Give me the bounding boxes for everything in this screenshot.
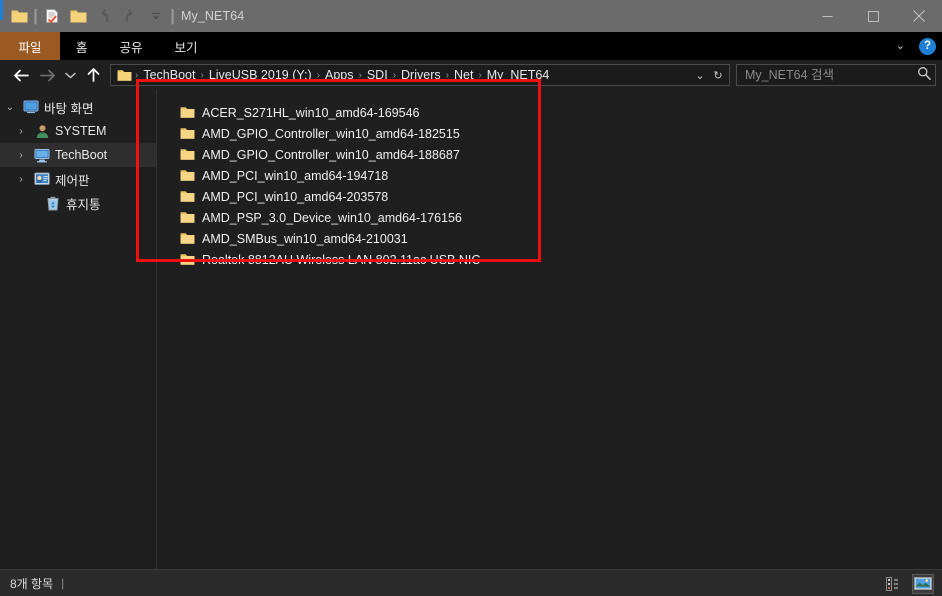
search-box[interactable] [736,64,936,86]
breadcrumb-item-liveusb[interactable]: LiveUSB 2019 (Y:) [205,68,316,82]
folder-icon [179,190,195,203]
folder-icon [179,169,195,182]
back-button[interactable] [8,62,34,88]
list-item[interactable]: AMD_GPIO_Controller_win10_amd64-188687 [179,144,942,165]
status-separator: | [61,576,65,590]
explorer-body: ⌄ 바탕 화면 › SYSTEM › TechBoot › 제어판 휴지통 AC… [0,79,942,569]
breadcrumb-item-drivers[interactable]: Drivers [397,68,445,82]
list-item-label: AMD_GPIO_Controller_win10_amd64-188687 [202,147,460,162]
search-input[interactable] [745,68,917,82]
undo-icon [91,3,117,29]
sidebar-item-techboot[interactable]: › TechBoot [0,143,156,167]
list-item[interactable]: AMD_PCI_win10_amd64-194718 [179,165,942,186]
up-button[interactable] [80,62,106,88]
large-icons-view-button[interactable] [912,573,934,594]
sidebar-item-label: TechBoot [55,148,108,162]
address-bar: › TechBoot › LiveUSB 2019 (Y:) › Apps › … [0,0,942,90]
tab-share[interactable]: 공유 [104,32,159,60]
status-bar: 8개 항목 | [0,569,942,596]
list-item[interactable]: AMD_GPIO_Controller_win10_amd64-182515 [179,123,942,144]
recent-locations-button[interactable] [60,62,80,88]
list-item[interactable]: ACER_S271HL_win10_amd64-169546 [179,102,942,123]
list-item-label: Realtek 8812AU Wireless LAN 802.11ac USB… [202,252,481,267]
left-edge-accent [0,0,3,20]
minimize-button[interactable] [804,0,850,32]
folder-icon[interactable] [6,3,32,29]
help-icon[interactable]: ? [919,37,936,55]
title-bar: ┃ ┃ My_NET64 [0,0,942,32]
sidebar-item-label: 휴지통 [66,197,101,212]
computer-icon [31,148,53,163]
item-count-label: 8개 항목 [10,576,54,591]
new-folder-icon[interactable] [65,3,91,29]
maximize-button[interactable] [850,0,896,32]
folder-icon [179,211,195,224]
window-controls [804,0,942,32]
list-item[interactable]: AMD_SMBus_win10_amd64-210031 [179,228,942,249]
sidebar-item-label: SYSTEM [55,124,107,138]
breadcrumb-item-mynet64[interactable]: My_NET64 [483,68,554,82]
breadcrumb-item-sdi[interactable]: SDI [363,68,392,82]
breadcrumb-dropdown-icon[interactable]: ⌄ [691,69,709,82]
navigation-pane: ⌄ 바탕 화면 › SYSTEM › TechBoot › 제어판 휴지통 [0,90,157,569]
list-item[interactable]: AMD_PSP_3.0_Device_win10_amd64-176156 [179,207,942,228]
customize-qat-icon[interactable] [143,3,169,29]
list-item-label: ACER_S271HL_win10_amd64-169546 [202,105,420,120]
chevron-right-icon[interactable]: › [11,150,31,161]
list-item-label: AMD_SMBus_win10_amd64-210031 [202,231,408,246]
forward-button [34,62,60,88]
sidebar-item-label: 바탕 화면 [44,101,94,116]
folder-icon [179,232,195,245]
file-explorer-window: ┃ ┃ My_NET64 파일 홈 공유 보기 ⌄ ? › TechBoot ›… [0,0,942,596]
quick-access-toolbar: ┃ ┃ My_NET64 [0,0,244,32]
list-item[interactable]: AMD_PCI_win10_amd64-203578 [179,186,942,207]
view-buttons [884,570,934,596]
qat-separator-2: ┃ [168,8,177,24]
sidebar-item-label: 제어판 [55,173,90,188]
list-item-label: AMD_GPIO_Controller_win10_amd64-182515 [202,126,460,141]
desktop-icon [20,100,42,114]
list-item-label: AMD_PCI_win10_amd64-194718 [202,168,389,183]
chevron-right-icon[interactable]: › [11,126,31,137]
user-icon [31,124,53,139]
tab-view[interactable]: 보기 [159,32,214,60]
list-item[interactable]: Realtek 8812AU Wireless LAN 802.11ac USB… [179,249,942,270]
refresh-icon[interactable]: ↻ [709,69,727,82]
ribbon-right-controls: ⌄ ? [892,32,936,60]
breadcrumb-item-apps[interactable]: Apps [321,68,358,82]
details-view-button[interactable] [884,574,906,594]
tab-home[interactable]: 홈 [60,32,104,60]
folder-icon [179,148,195,161]
recycle-bin-icon [42,196,64,211]
sidebar-item-system[interactable]: › SYSTEM [0,119,156,143]
breadcrumb[interactable]: › TechBoot › LiveUSB 2019 (Y:) › Apps › … [110,64,730,86]
sidebar-item-recycle-bin[interactable]: 휴지통 [0,191,156,215]
redo-icon [117,3,143,29]
chevron-down-icon[interactable]: ⌄ [0,102,20,113]
list-item-label: AMD_PSP_3.0_Device_win10_amd64-176156 [202,210,462,225]
folder-icon [179,253,195,266]
properties-icon[interactable] [39,3,65,29]
chevron-down-icon[interactable]: ⌄ [892,40,909,52]
folder-icon [179,127,195,140]
file-list-pane[interactable]: ACER_S271HL_win10_amd64-169546 AMD_GPIO_… [136,79,942,569]
breadcrumb-item-net[interactable]: Net [450,68,477,82]
search-icon[interactable] [917,66,931,85]
folder-icon [179,106,195,119]
tab-file[interactable]: 파일 [0,32,60,60]
chevron-right-icon[interactable]: › [11,174,31,185]
list-item-label: AMD_PCI_win10_amd64-203578 [202,189,389,204]
control-panel-icon [31,172,53,186]
close-button[interactable] [896,0,942,32]
qat-separator-1: ┃ [31,8,40,24]
window-title: My_NET64 [181,9,245,23]
sidebar-item-control-panel[interactable]: › 제어판 [0,167,156,191]
breadcrumb-item-techboot[interactable]: TechBoot [139,68,199,82]
breadcrumb-folder-icon[interactable] [115,69,134,82]
ribbon-tab-bar: 파일 홈 공유 보기 ⌄ ? [0,32,942,60]
sidebar-item-desktop[interactable]: ⌄ 바탕 화면 [0,95,156,119]
